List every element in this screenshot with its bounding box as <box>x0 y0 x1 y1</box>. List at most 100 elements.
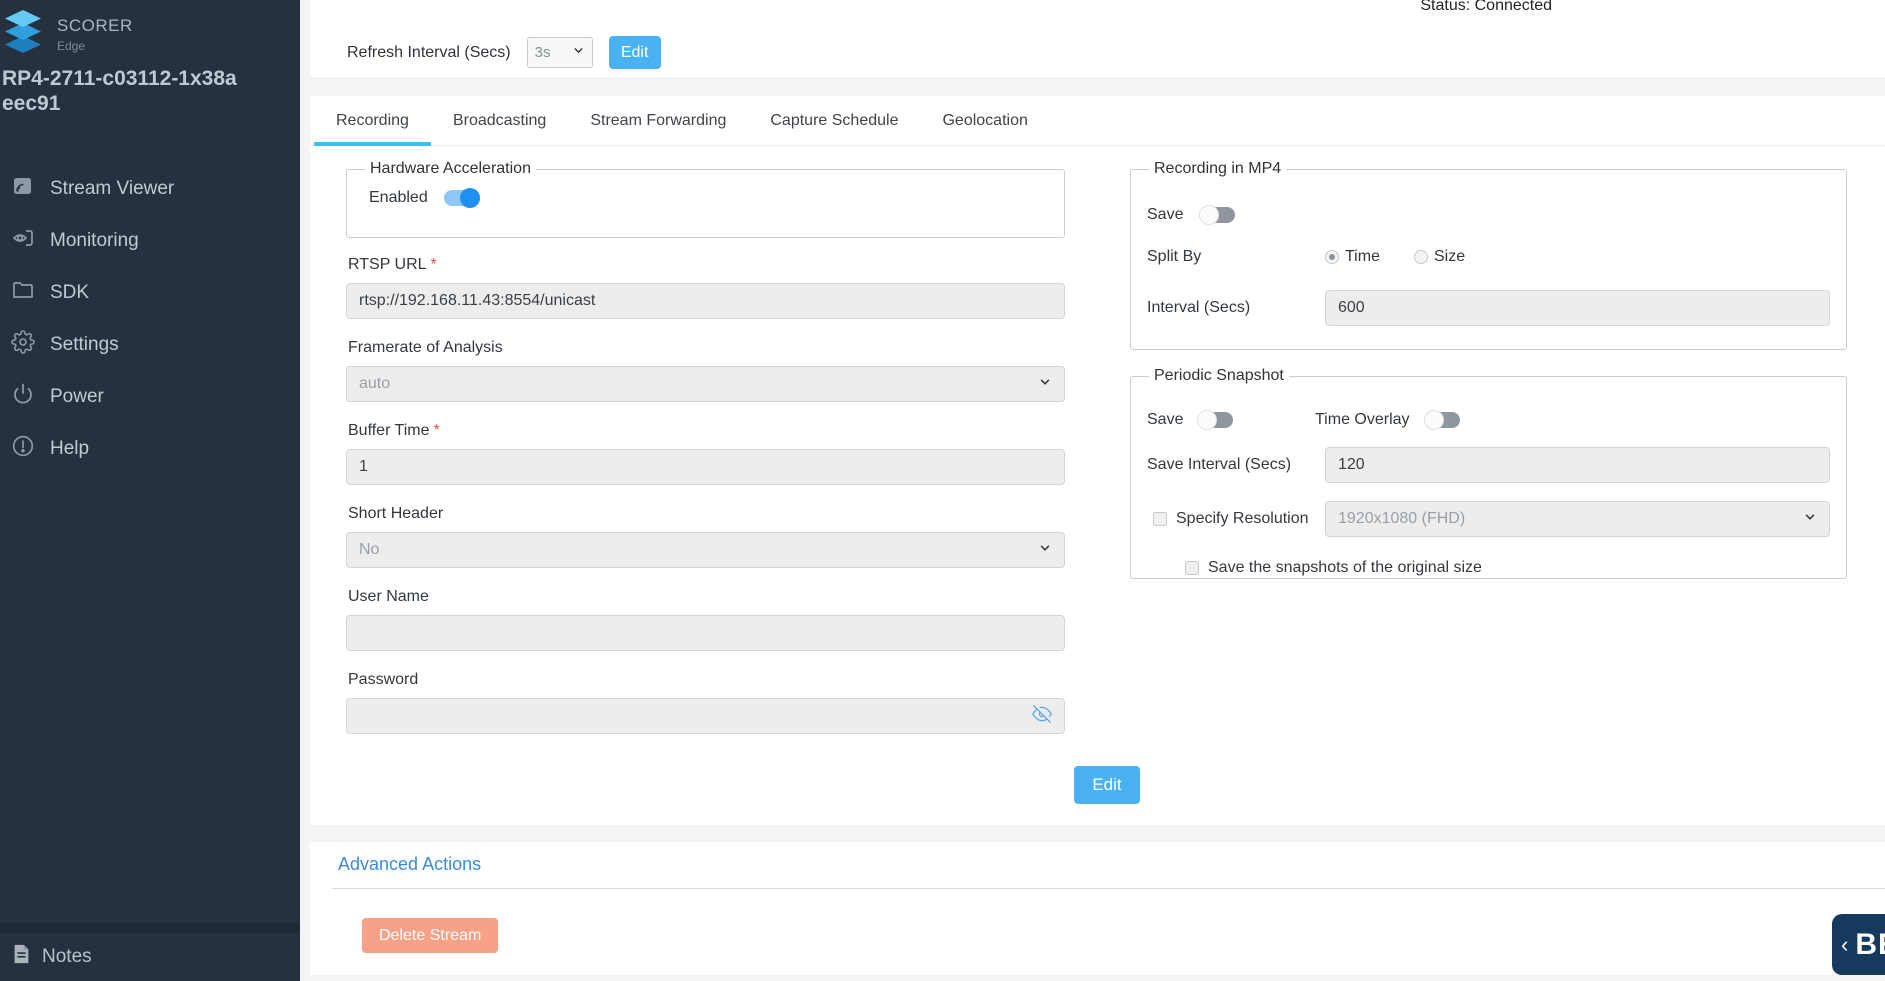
header-card: Refresh Interval (Secs) 3s Edit Status: … <box>310 0 1885 77</box>
framerate-value: auto <box>359 375 391 392</box>
short-header-value: No <box>359 541 380 558</box>
sidebar-item-help[interactable]: Help <box>0 423 300 475</box>
refresh-edit-button[interactable]: Edit <box>608 36 661 69</box>
rtsp-url-input[interactable]: rtsp://192.168.11.43:8554/unicast <box>346 283 1065 319</box>
beta-label: BETA <box>1855 927 1885 961</box>
main-content: Refresh Interval (Secs) 3s Edit Status: … <box>300 0 1885 981</box>
split-by-size-option[interactable]: Size <box>1413 248 1466 266</box>
device-id: RP4-2711-c03112-1x38a eec91 <box>0 61 300 117</box>
snapshot-interval-label: Save Interval (Secs) <box>1147 456 1292 473</box>
sidebar-item-label: Monitoring <box>50 229 139 251</box>
rtsp-url-field: RTSP URL * rtsp://192.168.11.43:8554/unic… <box>346 256 1065 319</box>
radio-size-label: Size <box>1433 248 1466 265</box>
chevron-down-icon <box>572 44 585 61</box>
brand-name: SCORER <box>57 16 133 35</box>
hardware-acceleration-toggle[interactable] <box>443 188 480 208</box>
monitoring-icon <box>11 226 35 256</box>
snapshot-save-label: Save <box>1147 411 1184 428</box>
beta-side-tab[interactable]: ‹ BETA <box>1832 914 1885 975</box>
delete-stream-button[interactable]: Delete Stream <box>362 918 499 953</box>
refresh-interval-label: Refresh Interval (Secs) <box>347 43 511 61</box>
chevron-left-icon: ‹ <box>1841 931 1849 957</box>
sidebar-item-label: Stream Viewer <box>50 177 175 199</box>
advanced-actions-divider <box>332 888 1885 889</box>
tab-recording[interactable]: Recording <box>314 96 431 146</box>
brand-subtitle: Edge <box>57 39 86 53</box>
tab-bar: Recording Broadcasting Stream Forwarding… <box>310 96 1885 146</box>
username-field: User Name <box>346 588 1065 651</box>
device-id-line2: eec91 <box>2 91 61 115</box>
mp4-interval-label: Interval (Secs) <box>1147 299 1251 316</box>
specify-resolution-label: Specify Resolution <box>1176 510 1309 527</box>
brand-header: SCORER Edge <box>0 0 300 61</box>
sidebar-item-monitoring[interactable]: Monitoring <box>0 215 300 267</box>
split-by-time-option[interactable]: Time <box>1325 248 1380 266</box>
short-header-select[interactable]: No <box>346 532 1065 568</box>
help-icon <box>11 434 35 464</box>
refresh-row: Refresh Interval (Secs) 3s Edit <box>347 36 661 69</box>
sidebar-item-label: Help <box>50 437 90 459</box>
sidebar-item-power[interactable]: Power <box>0 371 300 423</box>
stream-settings-card: Recording Broadcasting Stream Forwarding… <box>310 96 1885 825</box>
connection-status: Status: Connected <box>1420 0 1552 14</box>
specify-resolution-checkbox[interactable] <box>1153 512 1167 526</box>
hardware-acceleration-group: Hardware Acceleration Enabled <box>346 160 1065 238</box>
folder-icon <box>11 278 35 308</box>
recording-form-right: Recording in MP4 Save Split By Time Size… <box>1130 160 1847 579</box>
password-label: Password <box>348 671 419 688</box>
chevron-down-icon <box>1038 375 1052 394</box>
mp4-save-label: Save <box>1147 206 1184 223</box>
sidebar-item-notes[interactable]: Notes <box>0 933 300 981</box>
required-asterisk: * <box>430 256 437 273</box>
sidebar-menu: Stream Viewer Monitoring SDK Settings Po… <box>0 163 300 475</box>
notes-icon <box>10 943 32 971</box>
tab-capture-schedule[interactable]: Capture Schedule <box>748 96 920 145</box>
enabled-label: Enabled <box>369 189 428 206</box>
sidebar-footer-divider <box>0 923 300 933</box>
sidebar-item-settings[interactable]: Settings <box>0 319 300 371</box>
periodic-snapshot-group: Periodic Snapshot Save Time Overlay Save… <box>1130 367 1847 579</box>
radio-size[interactable] <box>1413 250 1428 264</box>
chevron-down-icon <box>1038 541 1052 560</box>
resolution-select[interactable]: 1920x1080 (FHD) <box>1325 501 1830 537</box>
power-icon <box>11 382 35 412</box>
resolution-value: 1920x1080 (FHD) <box>1338 510 1466 527</box>
radio-time[interactable] <box>1325 250 1339 264</box>
periodic-snapshot-legend: Periodic Snapshot <box>1154 367 1284 384</box>
snapshot-interval-input[interactable]: 120 <box>1325 447 1830 483</box>
required-asterisk: * <box>433 422 440 439</box>
mp4-save-toggle[interactable] <box>1199 205 1235 225</box>
sidebar: SCORER Edge RP4-2711-c03112-1x38a eec91 … <box>0 0 300 981</box>
snapshot-save-toggle[interactable] <box>1197 410 1234 430</box>
tab-broadcasting[interactable]: Broadcasting <box>431 96 568 145</box>
buffer-time-input[interactable]: 1 <box>346 449 1065 485</box>
framerate-field: Framerate of Analysis auto <box>346 339 1065 402</box>
framerate-select[interactable]: auto <box>346 366 1065 402</box>
refresh-interval-select[interactable]: 3s <box>526 37 593 68</box>
advanced-actions-title: Advanced Actions <box>338 854 482 874</box>
sidebar-item-sdk[interactable]: SDK <box>0 267 300 319</box>
mp4-interval-input[interactable]: 600 <box>1325 290 1830 326</box>
sidebar-item-label: Settings <box>50 333 119 355</box>
time-overlay-toggle[interactable] <box>1423 410 1460 430</box>
notes-label: Notes <box>42 946 92 967</box>
tab-stream-forwarding[interactable]: Stream Forwarding <box>568 96 748 145</box>
original-size-checkbox[interactable] <box>1185 561 1199 575</box>
form-edit-button[interactable]: Edit <box>1074 766 1140 804</box>
recording-mp4-legend: Recording in MP4 <box>1154 160 1282 177</box>
rtsp-url-label: RTSP URL * <box>348 256 437 273</box>
eye-off-icon[interactable] <box>1032 704 1052 729</box>
recording-mp4-group: Recording in MP4 Save Split By Time Size… <box>1130 160 1847 350</box>
sidebar-item-stream-viewer[interactable]: Stream Viewer <box>0 163 300 215</box>
tab-geolocation[interactable]: Geolocation <box>920 96 1049 145</box>
advanced-actions-card: Advanced Actions Delete Stream <box>310 842 1885 975</box>
sidebar-item-label: SDK <box>50 281 90 303</box>
password-input[interactable] <box>346 698 1065 734</box>
username-input[interactable] <box>346 615 1065 651</box>
short-header-field: Short Header No <box>346 505 1065 568</box>
stream-viewer-icon <box>11 174 35 204</box>
split-by-label: Split By <box>1147 248 1202 265</box>
refresh-interval-value: 3s <box>534 44 551 61</box>
recording-form-left: Hardware Acceleration Enabled RTSP URL * … <box>346 160 1065 754</box>
sidebar-item-label: Power <box>50 385 104 407</box>
